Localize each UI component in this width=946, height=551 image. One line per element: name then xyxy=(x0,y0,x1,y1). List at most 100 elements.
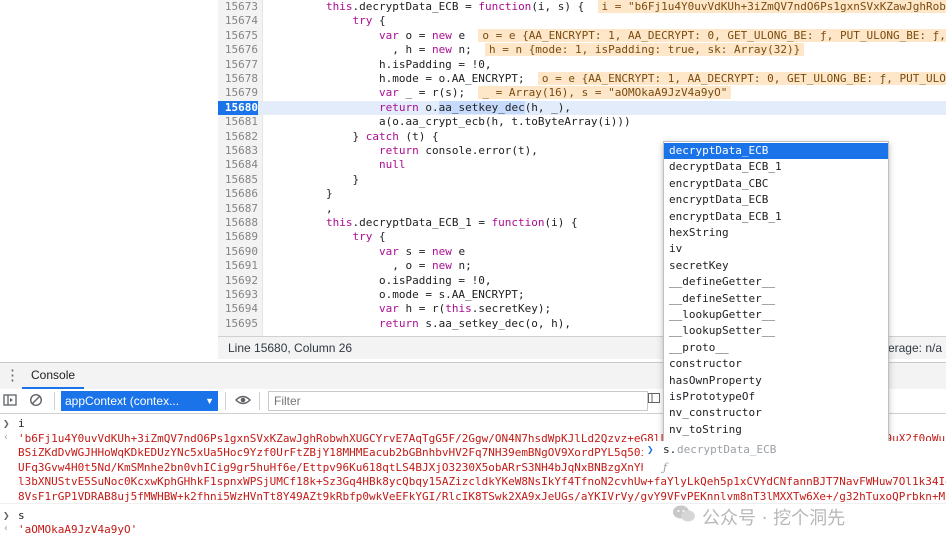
autocomplete-item[interactable]: secretKey xyxy=(664,258,888,274)
code-text: , h = new n; h = n {mode: 1, isPadding: … xyxy=(273,43,805,57)
line-number[interactable]: 15695 xyxy=(218,317,258,331)
sidebar-toggle-icon[interactable] xyxy=(2,393,18,409)
line-number[interactable]: 15685 xyxy=(218,173,258,187)
line-number[interactable]: 15691 xyxy=(218,259,258,273)
code-text: h.isPadding = !0, xyxy=(273,58,492,72)
line-number[interactable]: 15681 xyxy=(218,115,258,129)
eye-icon[interactable] xyxy=(235,393,251,409)
autocomplete-item[interactable]: hasOwnProperty xyxy=(664,373,888,389)
autocomplete-item[interactable]: decryptData_ECB_1 xyxy=(664,159,888,175)
code-text: o.mode = s.AA_ENCRYPT; xyxy=(273,288,525,302)
autocomplete-item[interactable]: __lookupGetter__ xyxy=(664,307,888,323)
code-line[interactable]: 15678 h.mode = o.AA_ENCRYPT; o = e {AA_E… xyxy=(218,72,946,86)
code-line[interactable]: 15673 this.decryptData_ECB = function(i,… xyxy=(218,0,946,14)
code-line[interactable]: 15680 return o.aa_setkey_dec(h, _), xyxy=(218,100,946,116)
code-token: this xyxy=(445,302,472,316)
line-number[interactable]: 15683 xyxy=(218,144,258,158)
code-token: (i) { xyxy=(544,216,578,229)
autocomplete-item[interactable]: constructor xyxy=(664,356,888,372)
code-token: , o = xyxy=(273,259,432,273)
line-number[interactable]: 15687 xyxy=(218,202,258,216)
autocomplete-item[interactable]: nv_constructor xyxy=(664,405,888,421)
line-number[interactable]: 15677 xyxy=(218,58,258,72)
line-number[interactable]: 15675 xyxy=(218,29,258,43)
code-token: o.mode = s.AA_ENCRYPT; xyxy=(273,288,525,301)
autocomplete-dropdown[interactable]: decryptData_ECB decryptData_ECB_1 encryptD… xyxy=(663,141,889,443)
line-number[interactable]: 15689 xyxy=(218,230,258,244)
code-text: try { xyxy=(273,230,385,244)
code-token: o.isPadding = !0, xyxy=(273,273,492,287)
code-token: h.isPadding = !0, xyxy=(273,57,492,71)
code-token: { xyxy=(372,14,386,28)
watermark-text: 公众号 · 挖个洞先 xyxy=(702,508,846,529)
line-number[interactable]: 15693 xyxy=(218,288,258,302)
autocomplete-item[interactable]: __defineSetter__ xyxy=(664,291,888,307)
code-token: var xyxy=(378,86,399,100)
autocomplete-item[interactable]: __proto__ xyxy=(664,340,888,356)
more-tools-icon[interactable]: ⋮ xyxy=(5,368,20,384)
line-number[interactable]: 15673 xyxy=(218,0,258,14)
line-number[interactable]: 15684 xyxy=(218,158,258,172)
inline-value: _ = Array(16), s = "aOMOkaA9JzV4a9yO" xyxy=(478,86,732,100)
code-line[interactable]: 15675 var o = new e o = e {AA_ENCRYPT: 1… xyxy=(218,28,946,43)
sources-navigator xyxy=(0,0,219,358)
line-number[interactable]: 15686 xyxy=(218,187,258,201)
code-token: _ = r(s); xyxy=(398,86,479,100)
console-prompt[interactable]: ❯ s. decryptData_ECB ƒ xyxy=(643,441,946,475)
code-text: } xyxy=(273,173,359,187)
autocomplete-item[interactable]: encryptData_CBC xyxy=(664,176,888,192)
code-token: e xyxy=(451,244,466,258)
code-line[interactable]: 15681 a(o.aa_crypt_ecb(h, t.toByteArray(… xyxy=(218,115,946,129)
code-token: function xyxy=(478,0,532,13)
filter-input[interactable]: Filter xyxy=(268,391,648,411)
code-token: a(o.aa_crypt_ecb(h, t.toByteArray(i))) xyxy=(273,115,631,129)
line-number[interactable]: 15694 xyxy=(218,302,258,316)
code-line[interactable]: 15676 , h = new n; h = n {mode: 1, isPad… xyxy=(218,43,946,57)
code-token: s.aa_setkey_dec(o, h), xyxy=(418,316,572,330)
code-token: .secretKey); xyxy=(471,302,552,316)
line-number[interactable]: 15674 xyxy=(218,14,258,28)
autocomplete-item[interactable]: decryptData_ECB xyxy=(664,143,888,160)
code-line[interactable]: 15677 h.isPadding = !0, xyxy=(218,58,946,72)
line-number[interactable]: 15679 xyxy=(218,86,258,100)
autocomplete-item[interactable]: hexString xyxy=(664,225,888,241)
code-line[interactable]: 15674 try { xyxy=(218,14,946,28)
coverage-status: erage: n/a xyxy=(887,341,942,355)
line-number[interactable]: 15688 xyxy=(218,216,258,230)
autocomplete-item[interactable]: __lookupSetter__ xyxy=(664,323,888,339)
line-number[interactable]: 15676 xyxy=(218,43,258,57)
code-line[interactable]: 15679 var _ = r(s); _ = Array(16), s = "… xyxy=(218,86,946,100)
code-text: } catch (t) { xyxy=(273,129,438,144)
line-number[interactable]: 15690 xyxy=(218,245,258,259)
autocomplete-item[interactable]: encryptData_ECB xyxy=(664,192,888,208)
code-token: new xyxy=(431,259,452,273)
line-number[interactable]: 15692 xyxy=(218,274,258,288)
line-number[interactable]: 15678 xyxy=(218,72,258,86)
line-number[interactable]: 15680 xyxy=(218,100,258,116)
code-token: return xyxy=(378,144,419,157)
code-text: return o.aa_setkey_dec(h, _), xyxy=(273,100,571,115)
tab-console[interactable]: Console xyxy=(22,363,85,389)
js-context-select[interactable]: appContext (contex... ▼ xyxy=(61,391,218,411)
code-token: , h = xyxy=(273,43,432,57)
code-token: } xyxy=(273,129,366,143)
console-message-text: s xyxy=(18,508,25,522)
toolbar-separator xyxy=(54,392,55,410)
autocomplete-item[interactable]: iv xyxy=(664,241,888,257)
autocomplete-item[interactable]: encryptData_ECB_1 xyxy=(664,209,888,225)
autocomplete-item[interactable]: nv_toString xyxy=(664,422,888,438)
code-text: null xyxy=(273,158,406,172)
code-text: try { xyxy=(273,14,386,28)
code-text: } xyxy=(273,187,333,201)
clear-console-icon[interactable] xyxy=(28,393,44,409)
line-number[interactable]: 15682 xyxy=(218,130,258,144)
autocomplete-ghost-text: decryptData_ECB xyxy=(677,443,777,456)
autocomplete-item[interactable]: __defineGetter__ xyxy=(664,274,888,290)
autocomplete-item[interactable]: isPrototypeOf xyxy=(664,389,888,405)
console-message-text: l3bXNUStvE5SuNoc0KcxwKphGHhkF1spnxWPSjUM… xyxy=(18,475,946,489)
code-token: console.error(t), xyxy=(418,144,538,157)
